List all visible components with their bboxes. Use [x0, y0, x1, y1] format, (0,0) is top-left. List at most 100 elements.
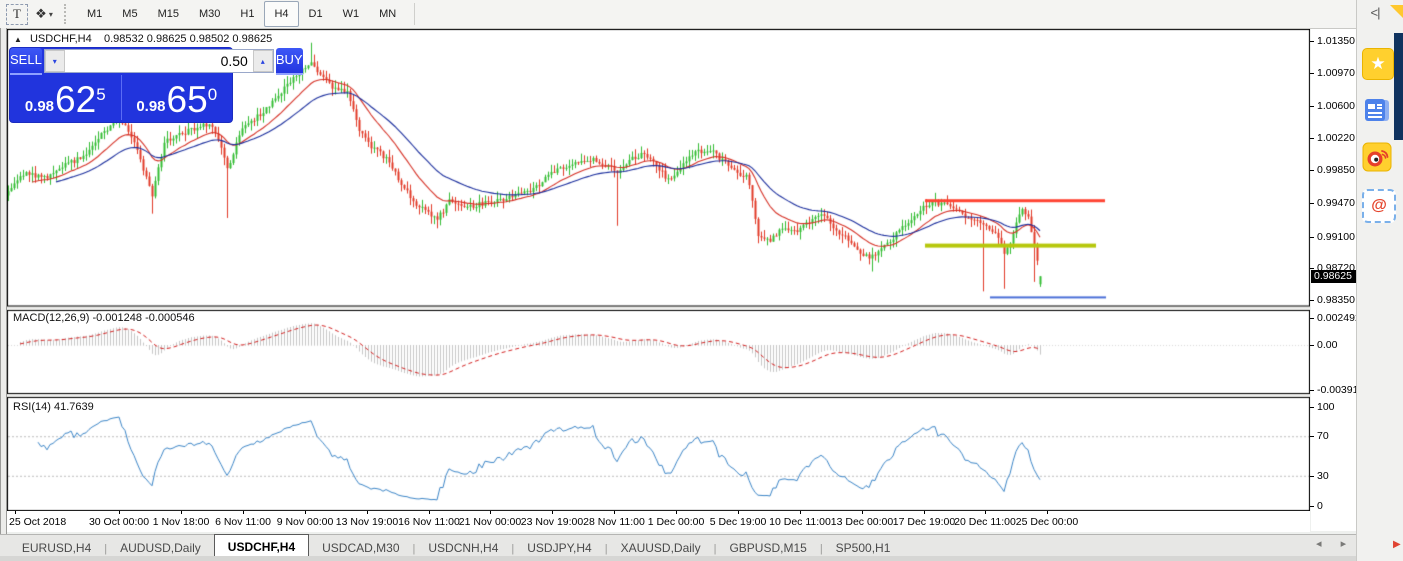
- axis-label: 100: [1317, 401, 1335, 413]
- time-axis-label: 17 Dec 19:00: [893, 516, 955, 528]
- symbol-period-label: USDCHF,H4: [30, 33, 92, 45]
- timeframe-m15-button[interactable]: M15: [148, 1, 189, 27]
- axis-label: 1.00220: [1317, 132, 1355, 144]
- one-click-trading-panel: SELL ▾ ▴ BUY 0.98 62 5 0.98 65 0: [10, 48, 232, 122]
- time-axis-tick: [552, 511, 553, 514]
- news-icon[interactable]: [1362, 95, 1392, 125]
- right-sidebar: <| ★ @ ▶: [1356, 0, 1403, 561]
- volume-increase-button[interactable]: ▴: [253, 50, 273, 72]
- axis-label: 0: [1317, 500, 1323, 512]
- timeframe-mn-button[interactable]: MN: [369, 1, 406, 27]
- ohlc-values: 0.98532 0.98625 0.98502 0.98625: [104, 33, 272, 45]
- top-toolbar: T ❖ ▾ M1M5M15M30H1H4D1W1MN: [0, 0, 1403, 29]
- tab-eurusd[interactable]: EURUSD,H4: [9, 537, 104, 558]
- volume-decrease-button[interactable]: ▾: [45, 50, 65, 72]
- time-axis-label: 6 Nov 11:00: [215, 516, 271, 528]
- weibo-icon-svg: [1362, 142, 1392, 172]
- axis-tick: [1310, 436, 1314, 437]
- news-icon-svg: [1362, 95, 1392, 125]
- chart-title: ▲ USDCHF,H4 0.98532 0.98625 0.98502 0.98…: [14, 33, 272, 45]
- time-axis-tick: [614, 511, 615, 514]
- buy-button[interactable]: BUY: [276, 48, 303, 75]
- axis-label: 0.002492: [1317, 312, 1361, 324]
- time-axis-label: 5 Dec 19:00: [710, 516, 767, 528]
- axis-tick: [1310, 138, 1314, 139]
- time-axis-label: 25 Oct 2018: [9, 516, 66, 528]
- star-icon[interactable]: ★: [1362, 48, 1394, 80]
- panel-collapse-icon[interactable]: ▲: [14, 35, 22, 44]
- toolbar-drag-handle[interactable]: [64, 4, 71, 24]
- time-axis-label: 21 Nov 00:00: [459, 516, 521, 528]
- sell-price[interactable]: 0.98 62 5: [10, 75, 122, 120]
- timeframe-d1-button[interactable]: D1: [299, 1, 333, 27]
- bottom-strip: [0, 556, 1403, 561]
- arrows-tool-icon: ❖: [35, 6, 47, 22]
- text-label-tool-button[interactable]: T: [6, 4, 28, 25]
- sell-button[interactable]: SELL: [10, 48, 42, 75]
- time-axis-tick: [800, 511, 801, 514]
- buy-price[interactable]: 0.98 65 0: [122, 75, 233, 120]
- tab-gbpusd[interactable]: GBPUSD,M15: [716, 537, 819, 558]
- arrows-tool-button[interactable]: ❖ ▾: [34, 5, 54, 24]
- time-axis-tick: [305, 511, 306, 514]
- timeframe-m30-button[interactable]: M30: [189, 1, 230, 27]
- time-axis-label: 10 Dec 11:00: [769, 516, 831, 528]
- time-axis-label: 23 Nov 19:00: [521, 516, 583, 528]
- time-axis-label: 20 Dec 11:00: [954, 516, 1016, 528]
- chart-tab-bar: EURUSD,H4|AUDUSD,DailyUSDCHF,H4USDCAD,M3…: [0, 534, 1403, 557]
- time-axis-tick: [429, 511, 430, 514]
- axis-label: 0.00: [1317, 339, 1337, 351]
- time-axis-tick: [924, 511, 925, 514]
- tab-sp500[interactable]: SP500,H1: [823, 537, 904, 558]
- volume-input[interactable]: [65, 50, 253, 72]
- volume-spinner: ▾ ▴: [44, 49, 274, 73]
- timeframe-w1-button[interactable]: W1: [333, 1, 370, 27]
- sell-price-prefix: 0.98: [25, 97, 54, 117]
- axis-label: 0.98350: [1317, 294, 1355, 306]
- time-axis-tick: [1047, 511, 1048, 514]
- time-axis-tick: [985, 511, 986, 514]
- axis-tick: [1310, 237, 1314, 238]
- sell-price-big: 62: [55, 83, 96, 117]
- axis-label: 0.99100: [1317, 231, 1355, 243]
- docked-panel-edge: [1394, 33, 1403, 140]
- window-left-frame: [0, 28, 7, 561]
- timeframe-h1-button[interactable]: H1: [230, 1, 264, 27]
- price-axis[interactable]: 1.013501.009701.006001.002200.998500.994…: [1310, 0, 1356, 534]
- axis-tick: [1310, 390, 1314, 391]
- timeframe-group: M1M5M15M30H1H4D1W1MN: [77, 1, 406, 27]
- tab-usdjpy[interactable]: USDJPY,H4: [514, 537, 604, 558]
- axis-tick: [1310, 73, 1314, 74]
- axis-tick: [1310, 170, 1314, 171]
- scroll-right-icon[interactable]: ▶: [1393, 539, 1401, 550]
- timeframe-m5-button[interactable]: M5: [112, 1, 147, 27]
- axis-tick: [1310, 506, 1314, 507]
- tab-xauusd[interactable]: XAUUSD,Daily: [608, 537, 714, 558]
- time-axis-label: 1 Nov 18:00: [153, 516, 210, 528]
- tab-audusd[interactable]: AUDUSD,Daily: [107, 537, 214, 558]
- axis-tick: [1310, 268, 1314, 269]
- time-axis-tick: [738, 511, 739, 514]
- time-axis-label: 13 Nov 19:00: [336, 516, 398, 528]
- tab-scroll-arrows[interactable]: ◂ ▸: [1316, 537, 1354, 550]
- axis-label: 70: [1317, 430, 1329, 442]
- time-axis-tick: [119, 511, 120, 514]
- tab-usdcad[interactable]: USDCAD,M30: [309, 537, 412, 558]
- sidebar-collapse-icon[interactable]: <|: [1363, 4, 1387, 22]
- time-axis-label: 13 Dec 00:00: [831, 516, 893, 528]
- weibo-icon[interactable]: [1362, 142, 1392, 172]
- axis-tick: [1310, 106, 1314, 107]
- axis-label: 30: [1317, 470, 1329, 482]
- axis-tick: [1310, 476, 1314, 477]
- timeframe-h4-button[interactable]: H4: [264, 1, 298, 27]
- at-mention-icon[interactable]: @: [1362, 189, 1396, 223]
- time-axis[interactable]: 25 Oct 2018 30 Oct 00:00 1 Nov 18:00 6 Nov …: [7, 511, 1310, 532]
- time-axis-label: 30 Oct 00:00: [89, 516, 149, 528]
- axis-label: 1.00970: [1317, 67, 1355, 79]
- timeframe-m1-button[interactable]: M1: [77, 1, 112, 27]
- time-axis-label: 16 Nov 11:00: [398, 516, 460, 528]
- tab-usdcnh[interactable]: USDCNH,H4: [415, 537, 511, 558]
- tab-usdchf[interactable]: USDCHF,H4: [214, 534, 309, 557]
- time-axis-tick: [862, 511, 863, 514]
- time-axis-tick: [181, 511, 182, 514]
